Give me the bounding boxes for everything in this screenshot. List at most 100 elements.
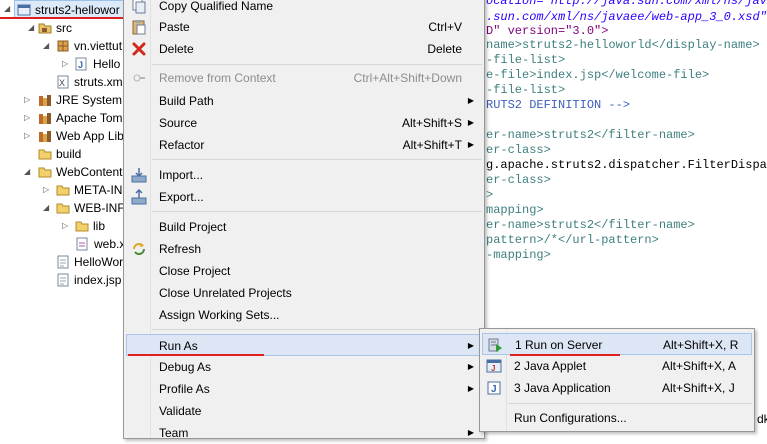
menu-item-validate[interactable]: Validate bbox=[126, 400, 482, 422]
code-line: g.apache.struts2.dispatcher.FilterDispat… bbox=[486, 158, 767, 172]
folder-icon bbox=[38, 147, 52, 161]
menu-item-label: Debug As bbox=[159, 360, 212, 374]
menu-item-delete[interactable]: Delete Delete bbox=[126, 38, 482, 60]
submenu-item-java-applet[interactable]: J 2 Java Applet Alt+Shift+X, A bbox=[482, 355, 752, 377]
menu-item-debug-as[interactable]: Debug As ▶ bbox=[126, 356, 482, 378]
tree-item-label: vn.viettut bbox=[74, 39, 123, 53]
menu-item-refactor[interactable]: Refactor Alt+Shift+T ▶ bbox=[126, 134, 482, 156]
menu-item-run-as[interactable]: Run As ▶ bbox=[126, 334, 482, 356]
menu-item-import[interactable]: Import... bbox=[126, 164, 482, 186]
menu-item-label: Close Project bbox=[159, 264, 231, 278]
tree-item-label: Hello bbox=[93, 57, 121, 71]
menu-item-label: Paste bbox=[159, 20, 190, 34]
menu-item-paste[interactable]: Paste Ctrl+V bbox=[126, 16, 482, 38]
submenu-item-shortcut: Alt+Shift+X, A bbox=[662, 359, 737, 373]
package-icon bbox=[56, 39, 70, 53]
java-file-icon: J bbox=[74, 57, 88, 71]
paste-icon bbox=[131, 19, 147, 35]
menu-separator bbox=[152, 211, 482, 212]
expanded-arrow-icon[interactable]: ◢ bbox=[43, 42, 51, 50]
xml-file-icon bbox=[75, 237, 89, 251]
menu-item-label: Validate bbox=[159, 404, 202, 418]
submenu-item-shortcut: Alt+Shift+X, R bbox=[663, 338, 739, 352]
tree-item-label: META-IN bbox=[74, 183, 123, 197]
expanded-arrow-icon[interactable]: ◢ bbox=[43, 204, 51, 212]
collapsed-arrow-icon[interactable]: ▷ bbox=[24, 114, 32, 122]
menu-item-build-project[interactable]: Build Project bbox=[126, 216, 482, 238]
menu-item-build-path[interactable]: Build Path ▶ bbox=[126, 90, 482, 112]
menu-item-label: Build Project bbox=[159, 220, 227, 234]
export-icon bbox=[131, 189, 147, 205]
menu-item-label: Build Path bbox=[159, 94, 214, 108]
tree-item-label: Apache Tom bbox=[56, 111, 123, 125]
menu-item-source[interactable]: Source Alt+Shift+S ▶ bbox=[126, 112, 482, 134]
menu-item-refresh[interactable]: Refresh bbox=[126, 238, 482, 260]
library-icon bbox=[38, 111, 52, 125]
menu-separator bbox=[152, 159, 482, 160]
menu-item-export[interactable]: Export... bbox=[126, 186, 482, 208]
code-line: er-class> bbox=[486, 143, 551, 157]
menu-item-label: Team bbox=[159, 426, 189, 440]
submenu-arrow-icon: ▶ bbox=[467, 341, 474, 350]
submenu-item-shortcut: Alt+Shift+X, J bbox=[662, 381, 735, 395]
menu-item-profile-as[interactable]: Profile As ▶ bbox=[126, 378, 482, 400]
tree-item-label: web.x bbox=[94, 237, 124, 251]
menu-item-copy-qualified-name[interactable]: Copy Qualified Name bbox=[126, 0, 482, 17]
tree-item-label: src bbox=[56, 21, 72, 35]
library-icon bbox=[38, 93, 52, 107]
code-line: er-class> bbox=[486, 173, 551, 187]
menu-item-remove-from-context: Remove from Context Ctrl+Alt+Shift+Down bbox=[126, 67, 482, 89]
menu-separator bbox=[152, 64, 482, 65]
menu-item-assign-working-sets[interactable]: Assign Working Sets... bbox=[126, 304, 482, 326]
code-line: ocation="http://java.sun.com/xml/ns/java… bbox=[486, 0, 767, 8]
collapsed-arrow-icon[interactable]: ▷ bbox=[24, 96, 32, 104]
code-line: e-file>index.jsp</welcome-file> bbox=[486, 68, 710, 82]
menu-item-team[interactable]: Team ▶ bbox=[126, 422, 482, 444]
expanded-arrow-icon[interactable]: ◢ bbox=[28, 24, 36, 32]
submenu-arrow-icon: ▶ bbox=[467, 140, 474, 149]
menu-item-close-unrelated-projects[interactable]: Close Unrelated Projects bbox=[126, 282, 482, 304]
tree-item-label: lib bbox=[93, 219, 106, 233]
submenu-item-run-on-server[interactable]: 1 Run on Server Alt+Shift+X, R bbox=[482, 333, 752, 355]
remove-context-icon bbox=[131, 70, 147, 86]
submenu-item-java-application[interactable]: J 3 Java Application Alt+Shift+X, J bbox=[482, 377, 752, 399]
code-line: -mapping> bbox=[486, 248, 551, 262]
menu-item-shortcut: Ctrl+Alt+Shift+Down bbox=[353, 71, 462, 85]
submenu-item-run-configurations[interactable]: Run Configurations... bbox=[482, 407, 752, 429]
menu-item-label: Remove from Context bbox=[159, 71, 276, 85]
menu-item-label: Delete bbox=[159, 42, 194, 56]
tree-item-project[interactable]: struts2-hellowor bbox=[14, 0, 124, 18]
collapsed-arrow-icon[interactable]: ▷ bbox=[43, 186, 51, 194]
project-icon bbox=[17, 3, 31, 17]
submenu-arrow-icon: ▶ bbox=[467, 96, 474, 105]
menu-item-label: Close Unrelated Projects bbox=[159, 286, 292, 300]
java-application-icon: J bbox=[486, 380, 502, 396]
import-icon bbox=[131, 167, 147, 183]
tree-item-label: Web App Lib bbox=[56, 129, 124, 143]
annotation-underline bbox=[0, 17, 124, 19]
code-line: name>struts2-helloworld</display-name> bbox=[486, 38, 760, 52]
folder-icon bbox=[56, 183, 70, 197]
submenu-item-label: Run Configurations... bbox=[514, 411, 627, 425]
code-line: > bbox=[486, 188, 494, 202]
code-line: -file-list> bbox=[486, 53, 566, 67]
submenu-item-label: 3 Java Application bbox=[514, 381, 611, 395]
expanded-arrow-icon[interactable]: ◢ bbox=[4, 5, 12, 13]
code-line: mapping> bbox=[486, 203, 544, 217]
menu-item-label: Assign Working Sets... bbox=[159, 308, 280, 322]
collapsed-arrow-icon[interactable]: ▷ bbox=[62, 222, 70, 230]
menu-separator bbox=[152, 329, 482, 330]
folder-icon bbox=[56, 201, 70, 215]
collapsed-arrow-icon[interactable]: ▷ bbox=[62, 60, 70, 68]
menu-item-shortcut: Ctrl+V bbox=[428, 20, 462, 34]
code-line: er-name>struts2</filter-name> bbox=[486, 128, 695, 142]
menu-item-label: Profile As bbox=[159, 382, 210, 396]
tree-item-label: build bbox=[56, 147, 82, 161]
expanded-arrow-icon[interactable]: ◢ bbox=[24, 168, 32, 176]
menu-separator bbox=[508, 403, 752, 404]
menu-item-shortcut: Alt+Shift+T bbox=[402, 138, 462, 152]
menu-item-label: Import... bbox=[159, 168, 204, 182]
copy-qualified-name-icon bbox=[131, 0, 147, 14]
menu-item-close-project[interactable]: Close Project bbox=[126, 260, 482, 282]
collapsed-arrow-icon[interactable]: ▷ bbox=[24, 132, 32, 140]
